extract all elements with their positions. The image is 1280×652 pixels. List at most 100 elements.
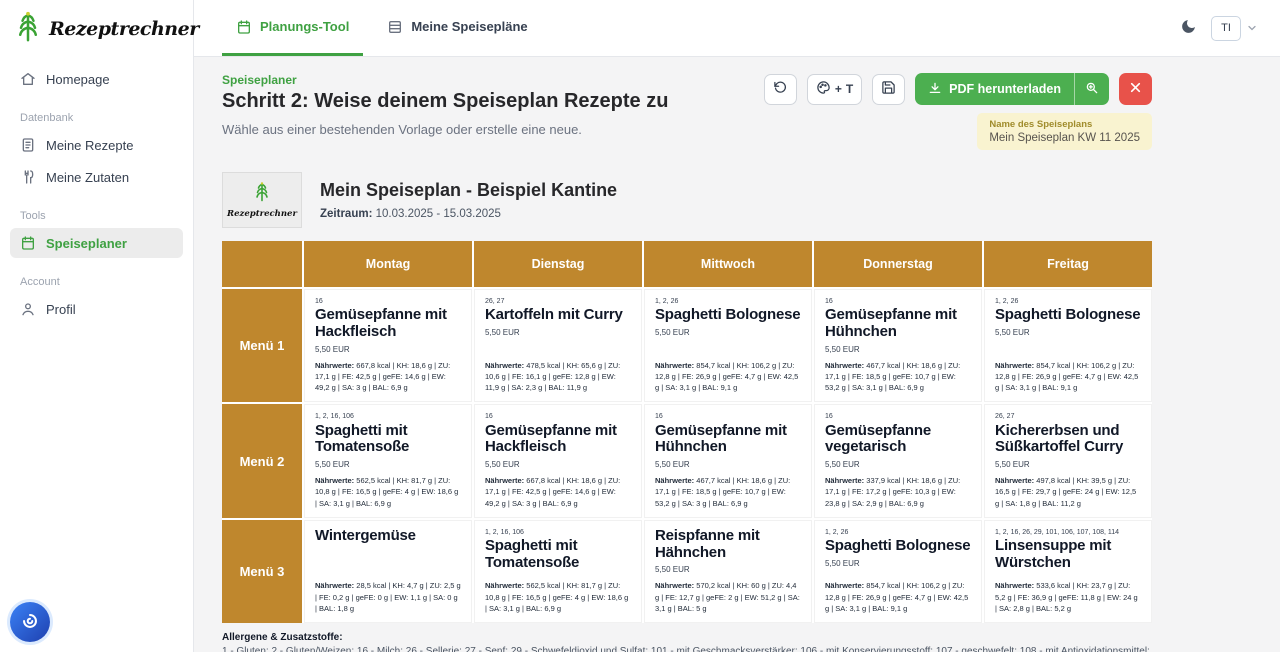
- nutrition-label: Nährwerte:: [995, 361, 1034, 370]
- meal-cell-menu1-freitag[interactable]: 1, 2, 26 Spaghetti Bolognese 5,50 EUR Nä…: [984, 289, 1152, 402]
- nutrition-label: Nährwerte:: [485, 581, 524, 590]
- menu-row-label: Menü 2: [222, 404, 302, 517]
- meal-cell-menu2-mittwoch[interactable]: 16 Gemüsepfanne mit Hühnchen 5,50 EUR Nä…: [644, 404, 812, 517]
- brand-tree-icon: [253, 181, 271, 208]
- meal-cell-menu3-dienstag[interactable]: 1, 2, 16, 106 Spaghetti mit Tomatensoße …: [474, 520, 642, 623]
- close-button[interactable]: [1119, 73, 1152, 105]
- sidebar-item-profil[interactable]: Profil: [10, 294, 183, 324]
- dark-mode-toggle[interactable]: [1180, 18, 1197, 38]
- pdf-button-group: PDF herunterladen: [915, 73, 1109, 105]
- style-text-button[interactable]: + T: [807, 74, 862, 105]
- calendar-icon: [20, 235, 36, 251]
- nutrition-label: Nährwerte:: [825, 476, 864, 485]
- chevron-down-icon: [1246, 22, 1258, 34]
- meal-allergens: 16: [485, 412, 631, 421]
- meal-cell-menu1-montag[interactable]: 16 Gemüsepfanne mit Hackfleisch 5,50 EUR…: [304, 289, 472, 402]
- sidebar-item-meine-rezepte[interactable]: Meine Rezepte: [10, 130, 183, 160]
- topbar-right: TI: [1180, 0, 1258, 56]
- save-button[interactable]: [872, 74, 905, 105]
- meal-cell-menu3-donnerstag[interactable]: 1, 2, 26 Spaghetti Bolognese 5,50 EUR Nä…: [814, 520, 982, 623]
- nutrition-label: Nährwerte:: [315, 581, 354, 590]
- close-icon: [1129, 81, 1142, 97]
- brand-logo[interactable]: Rezeptrechner: [0, 0, 193, 58]
- meal-cell-menu1-mittwoch[interactable]: 1, 2, 26 Spaghetti Bolognese 5,50 EUR Nä…: [644, 289, 812, 402]
- meal-cell-menu1-donnerstag[interactable]: 16 Gemüsepfanne mit Hühnchen 5,50 EUR Nä…: [814, 289, 982, 402]
- meal-title: Gemüsepfanne vegetarisch: [825, 423, 971, 457]
- chat-widget-button[interactable]: [10, 602, 50, 642]
- main-column: Planungs-Tool Meine Speisepläne TI: [194, 0, 1280, 652]
- meal-price: 5,50 EUR: [315, 345, 461, 354]
- sidebar-item-speiseplaner[interactable]: Speiseplaner: [10, 228, 183, 258]
- meal-cell-menu3-freitag[interactable]: 1, 2, 16, 26, 29, 101, 106, 107, 108, 11…: [984, 520, 1152, 623]
- nutrition-label: Nährwerte:: [825, 361, 864, 370]
- profile-icon: [20, 301, 36, 317]
- plan-title-block: Mein Speiseplan - Beispiel Kantine Zeitr…: [320, 180, 617, 220]
- meal-cell-menu2-donnerstag[interactable]: 16 Gemüsepfanne vegetarisch 5,50 EUR Näh…: [814, 404, 982, 517]
- meal-title: Reispfanne mit Hähnchen: [655, 528, 801, 562]
- day-header-freitag: Freitag: [984, 241, 1152, 287]
- meal-title: Gemüsepfanne mit Hühnchen: [825, 307, 971, 341]
- meal-cell-menu3-montag[interactable]: Wintergemüse Nährwerte: 28,5 kcal | KH: …: [304, 520, 472, 623]
- download-icon: [928, 81, 942, 98]
- meal-title: Spaghetti Bolognese: [995, 307, 1141, 324]
- meal-cell-menu1-dienstag[interactable]: 26, 27 Kartoffeln mit Curry 5,50 EUR Näh…: [474, 289, 642, 402]
- plan-name-label: Name des Speiseplans: [989, 119, 1140, 130]
- meal-cell-menu2-montag[interactable]: 1, 2, 16, 106 Spaghetti mit Tomatensoße …: [304, 404, 472, 517]
- content-area: Speiseplaner Schritt 2: Weise deinem Spe…: [194, 57, 1280, 652]
- moon-icon: [1180, 18, 1197, 38]
- meal-allergens: 16: [655, 412, 801, 421]
- meal-allergens: 1, 2, 16, 106: [315, 412, 461, 421]
- meal-cell-menu2-dienstag[interactable]: 16 Gemüsepfanne mit Hackfleisch 5,50 EUR…: [474, 404, 642, 517]
- menu-row-label: Menü 1: [222, 289, 302, 402]
- meal-nutrition: Nährwerte: 570,2 kcal | KH: 60 g | ZU: 4…: [655, 574, 801, 614]
- meal-allergens: 1, 2, 26: [825, 528, 971, 537]
- ingredients-icon: [20, 169, 36, 185]
- meal-price: 5,50 EUR: [825, 460, 971, 469]
- pdf-download-button[interactable]: PDF herunterladen: [915, 73, 1074, 105]
- meal-nutrition: Nährwerte: 854,7 kcal | KH: 106,2 g | ZU…: [825, 574, 971, 614]
- meal-title: Gemüsepfanne mit Hühnchen: [655, 423, 801, 457]
- meal-cell-menu3-mittwoch[interactable]: Reispfanne mit Hähnchen 5,50 EUR Nährwer…: [644, 520, 812, 623]
- plan-name-box[interactable]: Name des Speiseplans Mein Speiseplan KW …: [977, 113, 1152, 150]
- meal-nutrition: Nährwerte: 533,6 kcal | KH: 23,7 g | ZU:…: [995, 574, 1141, 614]
- meal-plan-table: Montag Dienstag Mittwoch Donnerstag Frei…: [222, 241, 1152, 623]
- menu-row-label: Menü 3: [222, 520, 302, 623]
- meal-title: Kichererbsen und Süßkartoffel Curry: [995, 423, 1141, 457]
- meal-allergens: 16: [825, 412, 971, 421]
- meal-title: Linsensuppe mit Würstchen: [995, 538, 1141, 572]
- sidebar-item-label: Homepage: [46, 72, 110, 87]
- toolbar: + T: [764, 73, 1152, 105]
- meal-plans-icon: [387, 19, 403, 35]
- pdf-preview-zoom-button[interactable]: [1075, 73, 1109, 105]
- meal-nutrition: Nährwerte: 562,5 kcal | KH: 81,7 g | ZU:…: [315, 469, 461, 509]
- app-root: Rezeptrechner Homepage Datenbank Meine R…: [0, 0, 1280, 652]
- meal-title: Wintergemüse: [315, 528, 461, 545]
- user-menu-button[interactable]: TI: [1211, 16, 1258, 41]
- chat-icon: [19, 610, 41, 635]
- sidebar-item-homepage[interactable]: Homepage: [10, 64, 183, 94]
- plan-period: Zeitraum: 10.03.2025 - 15.03.2025: [320, 208, 617, 220]
- sidebar: Rezeptrechner Homepage Datenbank Meine R…: [0, 0, 194, 652]
- day-header-montag: Montag: [304, 241, 472, 287]
- meal-title: Gemüsepfanne mit Hackfleisch: [485, 423, 631, 457]
- tab-planungs-tool[interactable]: Planungs-Tool: [222, 0, 363, 56]
- calendar-icon: [236, 19, 252, 35]
- meal-allergens: 1, 2, 16, 106: [485, 528, 631, 537]
- nutrition-label: Nährwerte:: [315, 476, 354, 485]
- tab-label: Planungs-Tool: [260, 19, 349, 34]
- meal-price: 5,50 EUR: [655, 328, 801, 337]
- nutrition-label: Nährwerte:: [315, 361, 354, 370]
- topbar-tabs: Planungs-Tool Meine Speisepläne: [222, 0, 542, 56]
- sidebar-item-label: Speiseplaner: [46, 236, 127, 251]
- home-icon: [20, 71, 36, 87]
- meal-cell-menu2-freitag[interactable]: 26, 27 Kichererbsen und Süßkartoffel Cur…: [984, 404, 1152, 517]
- meal-nutrition: Nährwerte: 337,9 kcal | KH: 18,6 g | ZU:…: [825, 469, 971, 509]
- sidebar-item-meine-zutaten[interactable]: Meine Zutaten: [10, 162, 183, 192]
- sidebar-section-account: Account: [10, 260, 183, 294]
- text-label: T: [846, 82, 853, 96]
- meal-title: Spaghetti Bolognese: [825, 538, 971, 555]
- tab-meine-speiseplaene[interactable]: Meine Speisepläne: [373, 0, 541, 56]
- sidebar-item-label: Profil: [46, 302, 76, 317]
- sidebar-nav: Homepage Datenbank Meine Rezepte Meine Z…: [0, 58, 193, 332]
- undo-button[interactable]: [764, 74, 797, 105]
